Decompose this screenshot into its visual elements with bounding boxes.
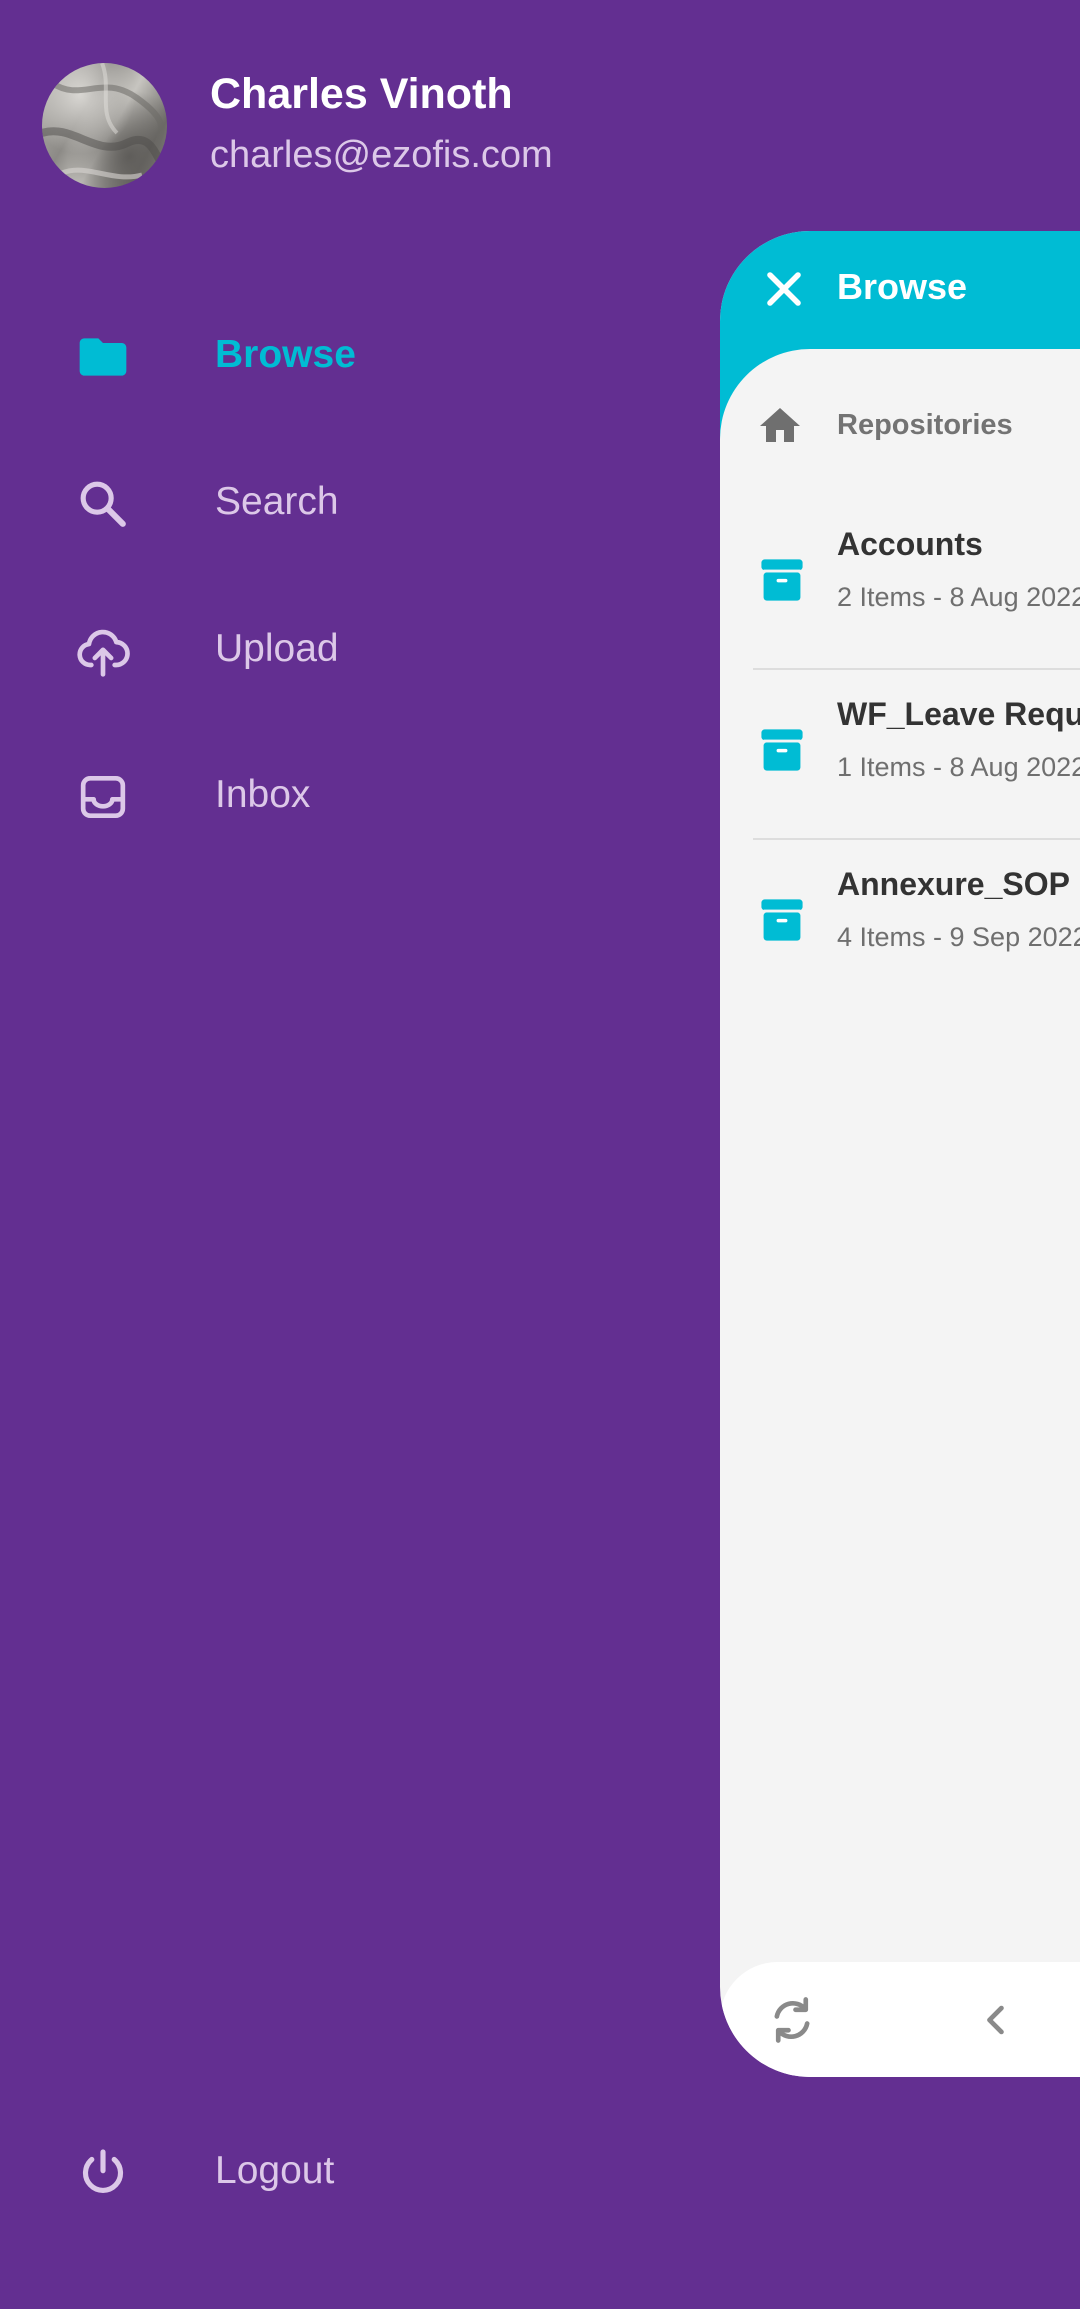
- panel-title: Browse: [837, 266, 968, 307]
- home-icon: [756, 402, 804, 450]
- chevron-left-icon[interactable]: [970, 1994, 1022, 2046]
- cloud-upload-icon: [75, 623, 131, 679]
- avatar-texture: [42, 63, 167, 180]
- archive-box-icon: [756, 894, 808, 946]
- logout-label: Logout: [215, 2149, 335, 2192]
- list-item[interactable]: Accounts 2 Items - 8 Aug 2022: [720, 500, 1080, 670]
- panel-footer: [720, 1962, 1080, 2077]
- refresh-icon[interactable]: [764, 1992, 820, 2048]
- menu-item-search[interactable]: Search: [0, 449, 700, 559]
- panel-header: Browse: [720, 231, 1080, 349]
- folder-icon: [75, 329, 131, 385]
- breadcrumb[interactable]: Repositories: [720, 386, 1080, 466]
- close-icon[interactable]: [756, 261, 812, 317]
- menu-item-inbox[interactable]: Inbox: [0, 742, 700, 852]
- repo-name: Accounts: [837, 526, 983, 562]
- browse-panel: Browse Repositories Accounts 2 Items - 8…: [720, 231, 1080, 2077]
- archive-box-icon: [756, 554, 808, 606]
- menu-item-browse[interactable]: Browse: [0, 302, 700, 412]
- repo-meta: 2 Items - 8 Aug 2022: [837, 582, 1080, 612]
- repo-name: Annexure_SOP: [837, 866, 1070, 902]
- menu-item-label: Inbox: [215, 773, 311, 816]
- breadcrumb-label: Repositories: [837, 409, 1013, 441]
- menu-item-label: Browse: [215, 333, 356, 376]
- repo-name: WF_Leave Request: [837, 696, 1080, 732]
- power-icon: [75, 2145, 131, 2201]
- menu-item-label: Search: [215, 480, 339, 523]
- repo-meta: 1 Items - 8 Aug 2022: [837, 752, 1080, 782]
- logout-button[interactable]: Logout: [0, 2118, 700, 2228]
- search-icon: [75, 476, 131, 532]
- avatar: [42, 63, 167, 188]
- list-item[interactable]: Annexure_SOP 4 Items - 9 Sep 2022: [720, 840, 1080, 1010]
- user-name: Charles Vinoth: [210, 70, 513, 118]
- archive-box-icon: [756, 724, 808, 776]
- list-item[interactable]: WF_Leave Request 1 Items - 8 Aug 2022: [720, 670, 1080, 840]
- repo-meta: 4 Items - 9 Sep 2022: [837, 922, 1080, 952]
- user-email: charles@ezofis.com: [210, 134, 553, 176]
- inbox-icon: [75, 769, 131, 825]
- menu-item-upload[interactable]: Upload: [0, 596, 700, 706]
- menu-item-label: Upload: [215, 627, 339, 670]
